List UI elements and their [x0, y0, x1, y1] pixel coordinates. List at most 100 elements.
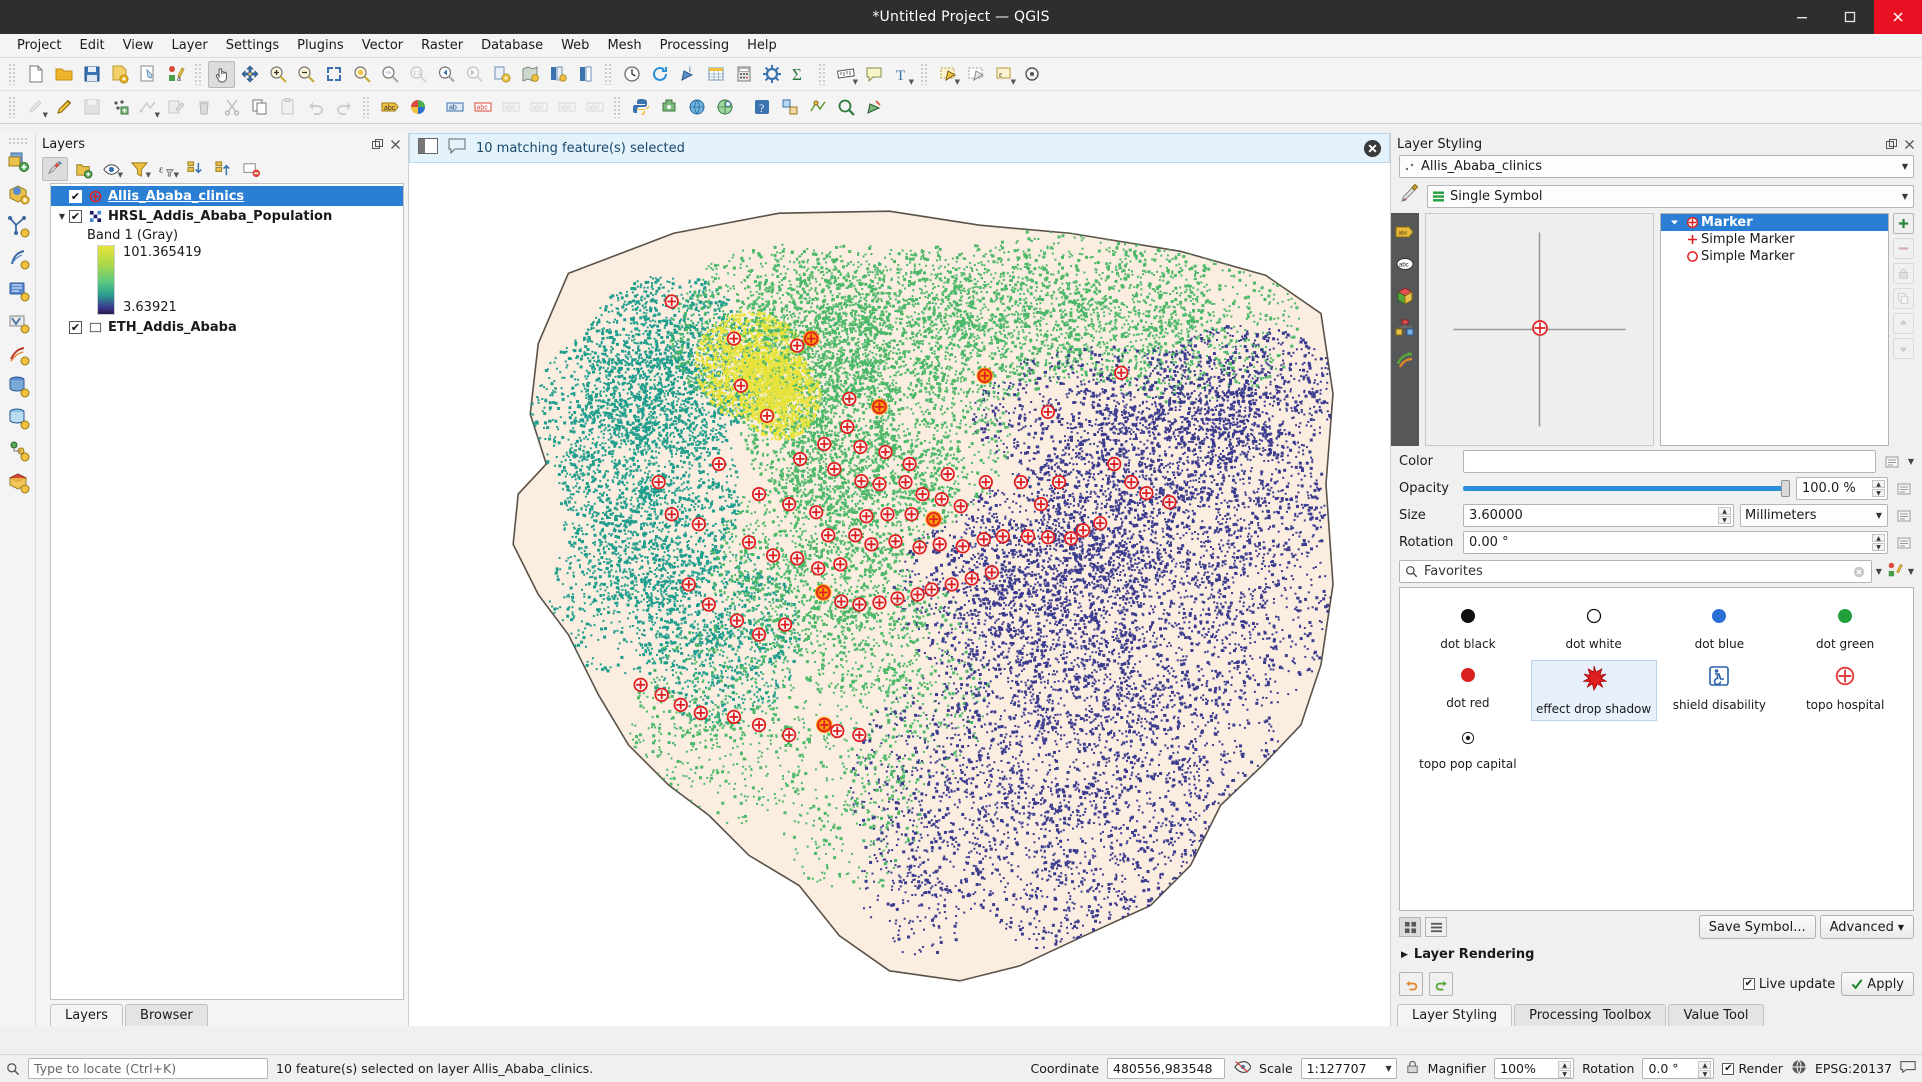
layer-rendering-section[interactable]: ▶ Layer Rendering [1391, 941, 1922, 968]
layer-row-boundary[interactable]: ✔ ETH_Addis_Ababa [51, 317, 403, 337]
symbol-row-marker[interactable]: Marker [1661, 214, 1888, 231]
save-symbol-button[interactable]: Save Symbol... [1699, 915, 1816, 939]
layer-expander-population[interactable]: ▼ [55, 212, 69, 221]
layer-checkbox-population[interactable]: ✔ [69, 210, 82, 223]
chevron-down-icon-scale[interactable]: ▼ [1386, 1064, 1392, 1073]
gallery-item-dot-green[interactable]: dot green [1783, 602, 1907, 655]
current-edits-icon[interactable]: ▼ [22, 94, 49, 121]
add-virtual-layer-icon[interactable] [3, 435, 33, 465]
remove-symbol-layer-button[interactable] [1893, 238, 1914, 259]
rotation-stepper[interactable]: ▲ ▼ [1872, 534, 1885, 551]
move-label-icon[interactable]: abc [525, 94, 552, 121]
add-group-icon[interactable] [70, 157, 96, 181]
menu-project[interactable]: Project [8, 35, 70, 56]
qgis2web-icon[interactable] [832, 94, 859, 121]
chevron-down-icon-search[interactable]: ▼ [1876, 567, 1882, 576]
grid-view-icon[interactable] [1399, 917, 1421, 937]
modify-attributes-icon[interactable] [162, 94, 189, 121]
tab-layers[interactable]: Layers [50, 1004, 123, 1026]
rotation-data-defined-icon[interactable] [1894, 532, 1914, 553]
toggle-editing-icon[interactable] [50, 94, 77, 121]
chevron-down-icon-layer[interactable]: ▼ [1902, 162, 1908, 171]
select-features-icon[interactable]: ▼ [934, 61, 961, 88]
statistical-summary-icon[interactable]: Σ [786, 61, 813, 88]
chevron-down-icon-renderer[interactable]: ▼ [1902, 192, 1908, 201]
open-attribute-table-icon[interactable] [702, 61, 729, 88]
leftbar-grip[interactable] [8, 137, 28, 145]
menu-edit[interactable]: Edit [70, 35, 113, 56]
opacity-stepper[interactable]: ▲ ▼ [1872, 480, 1885, 497]
toolbar-grip-4[interactable] [818, 63, 827, 85]
add-wfs-layer-icon[interactable] [3, 339, 33, 369]
copy-features-icon[interactable] [246, 94, 273, 121]
delete-selected-icon[interactable] [190, 94, 217, 121]
pin-labels-icon[interactable]: abc [497, 94, 524, 121]
select-by-expression-icon[interactable]: ε ▼ [990, 61, 1017, 88]
toolbar-grip[interactable] [8, 63, 17, 85]
menu-layer[interactable]: Layer [163, 35, 217, 56]
pan-map-icon[interactable] [208, 61, 235, 88]
new-3d-map-view-icon[interactable] [544, 61, 571, 88]
gallery-item-dot-black[interactable]: dot black [1406, 602, 1530, 655]
zoom-out-icon[interactable] [292, 61, 319, 88]
tab-layer-styling[interactable]: Layer Styling [1397, 1004, 1512, 1026]
gallery-item-dot-blue[interactable]: dot blue [1658, 602, 1782, 655]
gallery-item-topo-hospital[interactable]: topo hospital [1783, 661, 1907, 720]
symbol-search-field[interactable]: Favorites [1399, 560, 1872, 583]
metasearch-icon[interactable] [711, 94, 738, 121]
toolbar2-grip-3[interactable] [613, 96, 622, 118]
toggle-extents-icon[interactable] [1233, 1059, 1251, 1078]
chevron-down-icon-vis[interactable]: ▼ [118, 171, 123, 179]
clear-search-icon[interactable] [1853, 566, 1865, 578]
add-postgis-layer-icon[interactable] [3, 371, 33, 401]
labels-tab-icon[interactable]: abc [1394, 221, 1416, 243]
move-symbol-layer-down-button[interactable] [1893, 338, 1914, 359]
zoom-in-icon[interactable] [264, 61, 291, 88]
opacity-data-defined-icon[interactable] [1894, 478, 1914, 499]
size-data-defined-icon[interactable] [1894, 505, 1914, 526]
scale-combo[interactable]: 1:127707 ▼ [1301, 1058, 1397, 1079]
chevron-down-icon-6[interactable]: ▼ [155, 111, 160, 119]
symbol-row-simple-marker-1[interactable]: Simple Marker [1661, 231, 1888, 248]
toolbar-grip-2[interactable] [194, 63, 203, 85]
advanced-button[interactable]: Advanced ▼ [1820, 915, 1914, 939]
layers-panel-undock-icon[interactable] [370, 137, 384, 151]
paste-features-icon[interactable] [274, 94, 301, 121]
redo-icon[interactable] [330, 94, 357, 121]
live-update-checkbox[interactable]: ✔ Live update [1743, 977, 1835, 992]
color-swatch-button[interactable] [1463, 450, 1876, 473]
chevron-down-icon-expr[interactable]: ▼ [174, 171, 179, 179]
save-project-icon[interactable] [78, 61, 105, 88]
list-view-icon[interactable] [1425, 917, 1447, 937]
add-mesh-layer-icon[interactable] [3, 243, 33, 273]
message-bar-comment-icon[interactable] [448, 138, 466, 158]
close-button[interactable] [1874, 0, 1922, 34]
field-calculator-icon[interactable] [730, 61, 757, 88]
opacity-slider-handle[interactable] [1781, 480, 1790, 497]
symbol-gallery[interactable]: dot black dot white dot blue dot green d… [1399, 587, 1914, 911]
menu-view[interactable]: View [114, 35, 163, 56]
filter-legend-icon[interactable]: ▼ [126, 157, 152, 181]
pan-to-selection-icon[interactable] [236, 61, 263, 88]
messages-log-icon[interactable] [1900, 1060, 1916, 1077]
chevron-down-icon-4[interactable]: ▼ [1011, 78, 1016, 86]
message-bar-split-icon[interactable] [418, 138, 438, 158]
menu-settings[interactable]: Settings [217, 35, 288, 56]
menu-web[interactable]: Web [552, 35, 598, 56]
lock-symbol-layer-button[interactable] [1893, 263, 1914, 284]
label-layer-icon[interactable]: abc [376, 94, 403, 121]
gallery-item-dot-red[interactable]: dot red [1406, 661, 1530, 720]
chevron-down-icon-5[interactable]: ▼ [43, 111, 48, 119]
layer-tree[interactable]: ✔ Allis_Ababa_clinics ▼ ✔ HRSL_Addis_Aba… [50, 183, 404, 1000]
tab-value-tool[interactable]: Value Tool [1668, 1004, 1763, 1026]
render-checkbox-box[interactable]: ✔ [1722, 1063, 1734, 1075]
toolbar2-grip-2[interactable] [362, 96, 371, 118]
coordinate-field[interactable]: 480556,983548 [1107, 1058, 1225, 1079]
renderer-type-combo[interactable]: Single Symbol ▼ [1427, 185, 1914, 208]
gallery-item-effect-drop-shadow[interactable]: effect drop shadow [1532, 661, 1656, 720]
menu-processing[interactable]: Processing [651, 35, 738, 56]
identify-features-icon[interactable]: i [674, 61, 701, 88]
menu-mesh[interactable]: Mesh [598, 35, 650, 56]
style-manager-button[interactable] [1886, 561, 1904, 583]
expression-filter-icon[interactable]: ε ▼ [154, 157, 180, 181]
